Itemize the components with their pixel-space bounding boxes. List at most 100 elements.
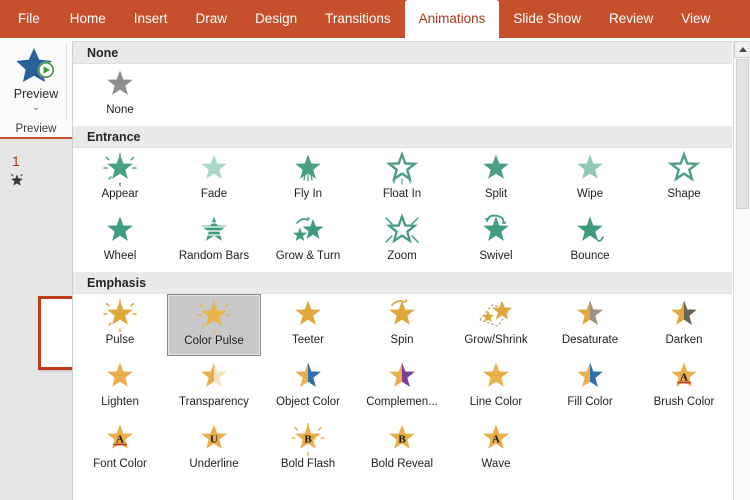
anim-color-pulse-icon	[194, 299, 234, 334]
anim-random-bars[interactable]: Random Bars	[167, 210, 261, 272]
anim-darken-icon	[664, 299, 704, 333]
anim-fade[interactable]: Fade	[167, 148, 261, 210]
anim-line-color[interactable]: Line Color	[449, 356, 543, 418]
anim-lighten[interactable]: Lighten	[73, 356, 167, 418]
anim-wave[interactable]: A Wave	[449, 418, 543, 480]
anim-darken[interactable]: Darken	[637, 294, 731, 356]
anim-brush-color[interactable]: A Brush Color	[637, 356, 731, 418]
tab-review-label: Review	[608, 11, 654, 26]
anim-swivel-icon	[476, 214, 516, 249]
animation-gallery: None None Entrance Appear Fade Fly In Float In…	[72, 41, 732, 500]
tab-insert[interactable]: Insert	[120, 0, 182, 38]
tab-slide-show-label: Slide Show	[513, 11, 581, 26]
anim-random-bars-icon	[194, 215, 234, 249]
preview-star-play-icon	[15, 46, 57, 86]
anim-fade-icon	[194, 153, 234, 187]
tab-draw[interactable]: Draw	[182, 0, 242, 38]
gallery-row: A Font Color U Underline B Bold Flash B Bold Re…	[73, 418, 732, 480]
anim-desaturate-label: Desaturate	[561, 334, 619, 346]
anim-underline-label: Underline	[189, 458, 239, 470]
scrollbar-thumb[interactable]	[736, 59, 749, 209]
tab-insert-label: Insert	[133, 11, 168, 26]
gallery-row: Pulse Color Pulse Teeter Spin Grow/Shrink Des…	[73, 294, 732, 356]
anim-grow-shrink-label: Grow/Shrink	[464, 334, 528, 346]
anim-desaturate[interactable]: Desaturate	[543, 294, 637, 356]
anim-float-in[interactable]: Float In	[355, 148, 449, 210]
svg-text:A: A	[492, 434, 500, 446]
anim-swivel-label: Swivel	[479, 250, 513, 262]
anim-bounce[interactable]: Bounce	[543, 210, 637, 272]
tab-review[interactable]: Review	[595, 0, 667, 38]
anim-line-color-label: Line Color	[469, 396, 523, 408]
ribbon-tab-bar: File Home Insert Draw Design Transitions Anima…	[0, 0, 750, 38]
slide-thumbnail-pane[interactable]: 1	[0, 139, 80, 500]
anim-none[interactable]: None	[73, 64, 167, 126]
anim-transparency-label: Transparency	[179, 396, 249, 408]
anim-lighten-icon	[100, 361, 140, 395]
anim-grow-and-turn[interactable]: Grow & Turn	[261, 210, 355, 272]
tab-file[interactable]: File	[0, 0, 56, 38]
anim-font-color[interactable]: A Font Color	[73, 418, 167, 480]
tab-animations-label: Animations	[418, 11, 486, 26]
anim-bold-flash[interactable]: B Bold Flash	[261, 418, 355, 480]
anim-darken-label: Darken	[665, 334, 703, 346]
anim-teeter-icon	[288, 299, 328, 333]
anim-wipe[interactable]: Wipe	[543, 148, 637, 210]
section-emphasis-header: Emphasis	[73, 272, 732, 294]
tab-view[interactable]: View	[667, 0, 724, 38]
tab-home[interactable]: Home	[56, 0, 120, 38]
anim-complement[interactable]: Complemen...	[355, 356, 449, 418]
chevron-down-icon[interactable]: ⌄	[32, 103, 40, 112]
anim-brush-color-label: Brush Color	[653, 396, 715, 408]
tab-slide-show[interactable]: Slide Show	[499, 0, 595, 38]
anim-wave-icon: A	[476, 423, 516, 457]
gallery-row: None	[73, 64, 732, 126]
anim-zoom[interactable]: Zoom	[355, 210, 449, 272]
anim-font-color-label: Font Color	[93, 458, 147, 470]
anim-wheel-icon	[100, 215, 140, 249]
anim-grow-shrink[interactable]: Grow/Shrink	[449, 294, 543, 356]
anim-object-color-icon	[288, 361, 328, 395]
anim-pulse-icon	[100, 298, 140, 333]
gallery-row: Lighten Transparency Object Color Complemen…	[73, 356, 732, 418]
preview-button[interactable]: Preview ⌄	[4, 46, 68, 112]
anim-transparency[interactable]: Transparency	[167, 356, 261, 418]
anim-shape[interactable]: Shape	[637, 148, 731, 210]
anim-split[interactable]: Split	[449, 148, 543, 210]
anim-split-icon	[476, 153, 516, 187]
anim-wipe-icon	[570, 153, 610, 187]
section-none-header: None	[73, 42, 732, 64]
scroll-up-arrow-icon[interactable]	[734, 41, 750, 58]
anim-wheel-label: Wheel	[103, 250, 137, 262]
tab-design[interactable]: Design	[241, 0, 311, 38]
anim-swivel[interactable]: Swivel	[449, 210, 543, 272]
anim-teeter[interactable]: Teeter	[261, 294, 355, 356]
svg-text:B: B	[304, 434, 312, 446]
tab-transitions[interactable]: Transitions	[311, 0, 405, 38]
anim-desaturate-icon	[570, 299, 610, 333]
anim-spin-label: Spin	[390, 334, 414, 346]
tab-design-label: Design	[255, 11, 298, 26]
group-divider	[66, 44, 67, 122]
anim-bounce-icon	[570, 215, 610, 249]
anim-fly-in[interactable]: Fly In	[261, 148, 355, 210]
anim-pulse[interactable]: Pulse	[73, 294, 167, 356]
anim-spin[interactable]: Spin	[355, 294, 449, 356]
tab-animations[interactable]: Animations	[404, 0, 500, 38]
svg-text:B: B	[398, 434, 406, 446]
anim-wave-label: Wave	[481, 458, 511, 470]
anim-line-color-icon	[476, 361, 516, 395]
anim-color-pulse[interactable]: Color Pulse	[167, 294, 261, 356]
anim-wheel[interactable]: Wheel	[73, 210, 167, 272]
anim-split-label: Split	[484, 188, 508, 200]
anim-bold-reveal-icon: B	[382, 423, 422, 457]
preview-button-label: Preview	[13, 87, 59, 101]
anim-appear[interactable]: Appear	[73, 148, 167, 210]
anim-fly-in-label: Fly In	[293, 188, 323, 200]
anim-float-in-icon	[382, 151, 422, 187]
gallery-scrollbar[interactable]	[733, 41, 750, 500]
anim-underline[interactable]: U Underline	[167, 418, 261, 480]
anim-bold-reveal[interactable]: B Bold Reveal	[355, 418, 449, 480]
anim-fill-color[interactable]: Fill Color	[543, 356, 637, 418]
anim-object-color[interactable]: Object Color	[261, 356, 355, 418]
